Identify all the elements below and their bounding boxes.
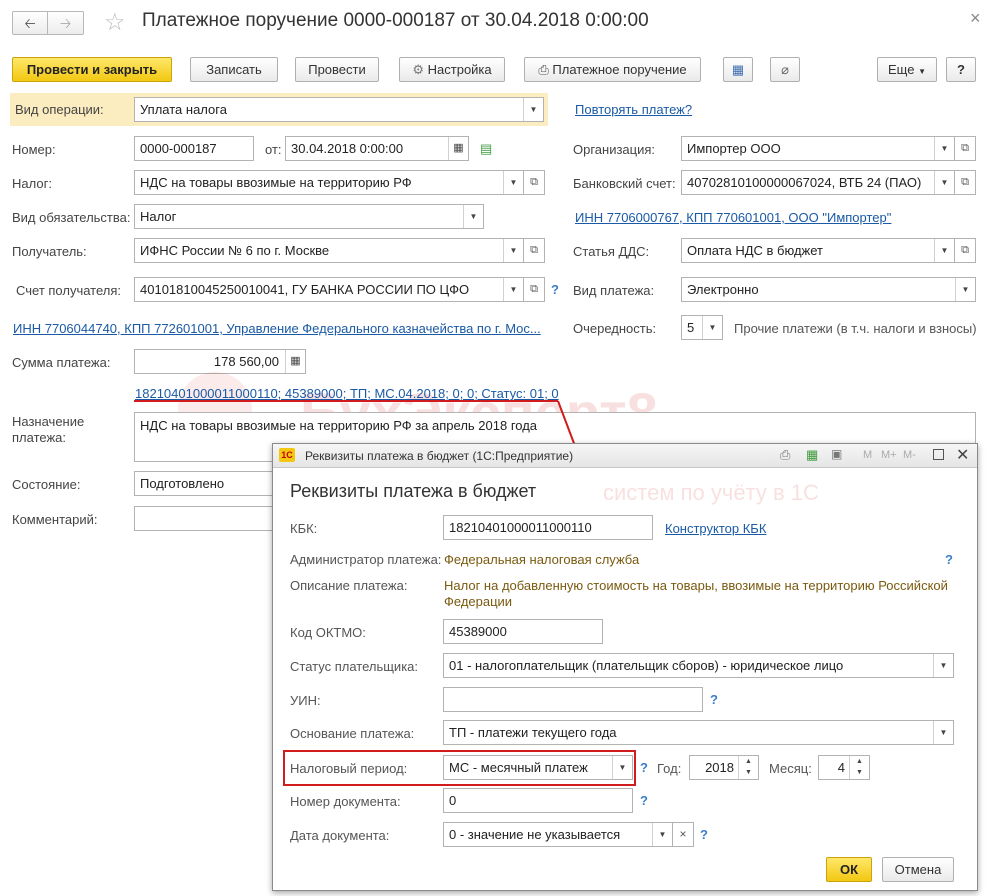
- tax-period-value: МС - месячный платеж: [449, 760, 588, 775]
- ok-button[interactable]: ОК: [826, 857, 872, 882]
- memory-minus-icon[interactable]: M-: [903, 449, 916, 461]
- spreadsheet-icon[interactable]: ▦: [806, 447, 818, 463]
- memory-m-icon[interactable]: M: [863, 449, 872, 461]
- spin-arrows-icon[interactable]: ▲ ▼: [738, 756, 758, 779]
- doc-number-field[interactable]: 0: [443, 788, 633, 813]
- payer-status-select[interactable]: 01 - налогоплательщик (плательщик сборов…: [443, 653, 954, 678]
- uin-label: УИН:: [290, 693, 321, 708]
- oktmo-label: Код ОКТМО:: [290, 625, 366, 640]
- dropdown-arrow-icon[interactable]: ▼: [612, 756, 632, 779]
- doc-date-select[interactable]: 0 - значение не указывается ▼: [443, 822, 673, 847]
- help-icon[interactable]: ?: [640, 760, 648, 775]
- dropdown-arrow-icon[interactable]: ▼: [933, 654, 953, 677]
- year-label: Год:: [657, 761, 682, 776]
- uin-field[interactable]: [443, 687, 703, 712]
- watermark-subtitle: систем по учёту в 1С: [603, 480, 819, 505]
- calendar-icon[interactable]: ▣: [831, 447, 842, 461]
- 1c-logo-icon: 1С: [279, 448, 295, 462]
- help-icon[interactable]: ?: [640, 793, 648, 808]
- month-label: Месяц:: [769, 761, 812, 776]
- dialog-titlebar: 1С Реквизиты платежа в бюджет (1С:Предпр…: [273, 444, 977, 468]
- clear-date-icon[interactable]: ×: [672, 822, 694, 847]
- payment-admin-label: Администратор платежа:: [290, 552, 442, 567]
- memory-plus-icon[interactable]: M+: [881, 449, 897, 461]
- tax-period-select[interactable]: МС - месячный платеж ▼: [443, 755, 633, 780]
- payer-status-label: Статус плательщика:: [290, 659, 419, 674]
- doc-number-label: Номер документа:: [290, 794, 401, 809]
- close-icon[interactable]: ✕: [956, 445, 969, 465]
- annotation-connector: [557, 400, 576, 447]
- payment-basis-select[interactable]: ТП - платежи текущего года ▼: [443, 720, 954, 745]
- spin-arrows-icon[interactable]: ▲ ▼: [849, 756, 869, 779]
- print-preview-icon[interactable]: ⎙: [780, 447, 790, 463]
- oktmo-field[interactable]: 45389000: [443, 619, 603, 644]
- help-icon[interactable]: ?: [710, 692, 718, 707]
- help-icon[interactable]: ?: [700, 827, 708, 842]
- doc-date-value: 0 - значение не указывается: [449, 827, 621, 842]
- maximize-icon[interactable]: [933, 449, 944, 460]
- year-field[interactable]: 2018 ▲ ▼: [689, 755, 759, 780]
- doc-date-label: Дата документа:: [290, 828, 390, 843]
- dialog-window-title: Реквизиты платежа в бюджет (1С:Предприят…: [305, 449, 574, 463]
- budget-details-dialog: 1С Реквизиты платежа в бюджет (1С:Предпр…: [272, 443, 978, 891]
- dialog-heading: Реквизиты платежа в бюджет: [290, 481, 537, 501]
- month-field[interactable]: 4 ▲ ▼: [818, 755, 870, 780]
- payment-description-label: Описание платежа:: [290, 578, 408, 593]
- payment-basis-label: Основание платежа:: [290, 726, 415, 741]
- kbk-field[interactable]: 18210401000011000110: [443, 515, 653, 540]
- tax-period-label: Налоговый период:: [290, 761, 408, 776]
- month-value: 4: [837, 760, 845, 775]
- payment-description-line2: Федерации: [444, 594, 513, 609]
- cancel-button[interactable]: Отмена: [882, 857, 954, 882]
- help-icon[interactable]: ?: [945, 552, 953, 567]
- kbk-label: КБК:: [290, 521, 318, 536]
- payment-basis-value: ТП - платежи текущего года: [449, 725, 617, 740]
- dropdown-arrow-icon[interactable]: ▼: [933, 721, 953, 744]
- payment-admin-value: Федеральная налоговая служба: [444, 552, 640, 567]
- payer-status-value: 01 - налогоплательщик (плательщик сборов…: [449, 658, 844, 673]
- payment-description-line1: Налог на добавленную стоимость на товары…: [444, 578, 948, 593]
- kbk-constructor-link[interactable]: Конструктор КБК: [665, 521, 766, 536]
- year-value: 2018: [705, 760, 734, 775]
- dropdown-arrow-icon[interactable]: ▼: [652, 823, 672, 846]
